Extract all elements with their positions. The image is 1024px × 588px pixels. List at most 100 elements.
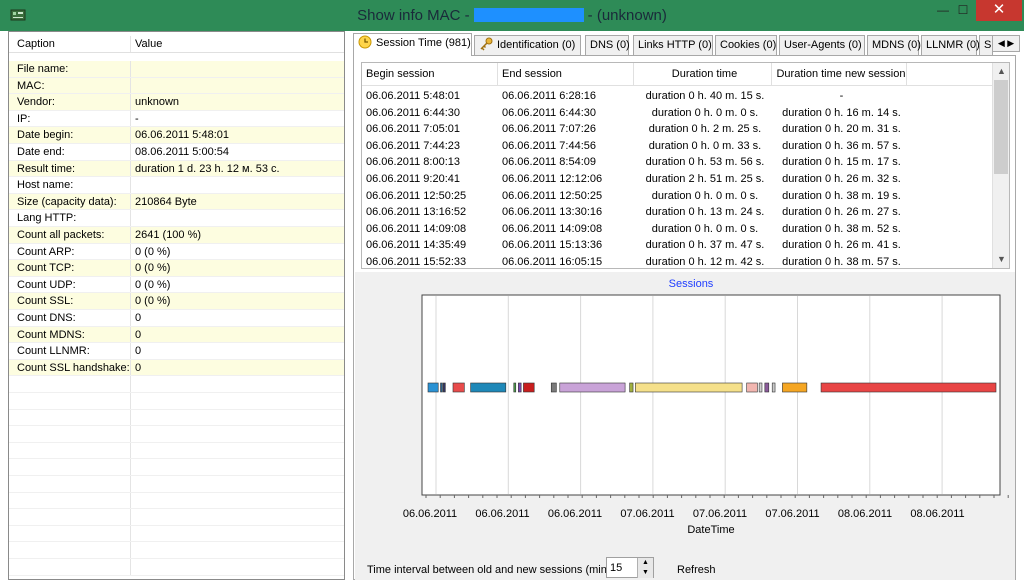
grid-row[interactable]: Host name: <box>9 177 344 194</box>
table-row[interactable]: 06.06.2011 14:09:08 06.06.2011 14:09:08 du… <box>362 221 994 238</box>
close-button[interactable]: ✕ <box>976 0 1022 21</box>
session-bar[interactable] <box>523 382 535 393</box>
table-cell: duration 0 h. 53 m. 56 s. <box>645 156 765 169</box>
grid-row[interactable]: Count SSL handshake: 0 <box>9 359 344 377</box>
grid-row[interactable]: Date begin: 06.06.2011 5:48:01 <box>9 127 344 144</box>
tab-user-agents[interactable]: User-Agents (0) <box>779 35 865 55</box>
session-bar[interactable] <box>635 382 743 393</box>
table-cell: 06.06.2011 12:50:25 <box>366 189 467 202</box>
grid-caption: Lang HTTP: <box>17 212 77 225</box>
grid-value: 0 (0 %) <box>130 260 344 276</box>
session-bar[interactable] <box>764 382 770 393</box>
column-duration-new-session[interactable]: Duration time new session <box>772 63 907 86</box>
grid-row[interactable]: Vendor: unknown <box>9 94 344 111</box>
table-cell: 06.06.2011 12:12:06 <box>502 173 603 185</box>
sessions-table[interactable]: Begin session End session Duration time … <box>361 62 1010 269</box>
table-cell: duration 0 h. 36 m. 57 s. <box>782 139 901 152</box>
grid-row[interactable]: Date end: 08.06.2011 5:00:54 <box>9 144 344 161</box>
table-cell: duration 0 h. 20 m. 31 s. <box>782 123 901 136</box>
grid-row[interactable]: Count LLNMR: 0 <box>9 343 344 360</box>
info-grid[interactable]: Caption Value File name: MAC: Vendor: unkno… <box>8 31 345 580</box>
clock-icon <box>358 35 372 49</box>
grid-row[interactable]: IP: - <box>9 110 344 128</box>
grid-row[interactable]: MAC: <box>9 77 344 95</box>
session-bar[interactable] <box>771 382 776 393</box>
tab-scroll-right-icon[interactable]: ▶ <box>1007 38 1014 48</box>
grid-header-value[interactable]: Value <box>130 36 344 52</box>
chart-title: Sessions <box>669 278 714 290</box>
tab-label: Session Time (981) <box>376 37 471 49</box>
tab-dns[interactable]: DNS (0) <box>585 35 630 55</box>
grid-row[interactable]: Count MDNS: 0 <box>9 326 344 344</box>
session-bar[interactable] <box>559 382 626 393</box>
maximize-button[interactable]: ☐ <box>950 0 976 21</box>
grid-row[interactable]: Count ARP: 0 (0 %) <box>9 243 344 261</box>
tab-scroll-buttons[interactable]: ◀ ▶ <box>992 35 1020 52</box>
grid-row[interactable]: Count DNS: 0 <box>9 310 344 327</box>
grid-row[interactable]: File name: <box>9 61 344 78</box>
table-row[interactable]: 06.06.2011 15:52:33 06.06.2011 16:05:15 du… <box>362 254 994 268</box>
table-row[interactable]: 06.06.2011 13:16:52 06.06.2011 13:30:16 du… <box>362 204 994 221</box>
grid-row[interactable]: Size (capacity data): 210864 Byte <box>9 193 344 211</box>
table-cell: duration 0 h. 38 m. 52 s. <box>782 222 901 235</box>
tab-cookies[interactable]: Cookies (0) <box>715 35 777 55</box>
grid-row[interactable]: Count TCP: 0 (0 %) <box>9 260 344 277</box>
table-row[interactable]: 06.06.2011 7:05:01 06.06.2011 7:07:26 dura… <box>362 121 994 138</box>
session-bar[interactable] <box>513 382 517 393</box>
table-vertical-scrollbar[interactable]: ▲ ▼ <box>992 63 1009 268</box>
session-bar[interactable] <box>820 382 997 393</box>
column-begin-session[interactable]: Begin session <box>362 63 498 86</box>
session-bar[interactable] <box>746 382 758 393</box>
spin-down-icon[interactable]: ▼ <box>637 568 653 578</box>
title-bar[interactable]: Show info MAC -- (unknown) — ☐ ✕ <box>0 0 1024 31</box>
table-row[interactable]: 06.06.2011 6:44:30 06.06.2011 6:44:30 dura… <box>362 105 994 122</box>
tab-links-http[interactable]: Links HTTP (0) <box>633 35 713 55</box>
grid-row[interactable]: Count SSL: 0 (0 %) <box>9 293 344 310</box>
grid-caption: Count TCP: <box>9 260 130 276</box>
table-row[interactable]: 06.06.2011 14:35:49 06.06.2011 15:13:36 du… <box>362 237 994 254</box>
table-row[interactable]: 06.06.2011 12:50:25 06.06.2011 12:50:25 du… <box>362 188 994 205</box>
grid-empty-row <box>9 426 344 443</box>
session-bar[interactable] <box>518 382 522 393</box>
refresh-button[interactable]: Refresh <box>677 564 716 576</box>
sessions-chart-svg: Sessions 06.06.2011 06.06.2011 06.06.2011 0… <box>403 278 1009 536</box>
column-end-session[interactable]: End session <box>498 63 634 86</box>
grid-empty-row <box>9 476 344 493</box>
session-bar[interactable] <box>758 382 763 393</box>
chart-x-tick-label: 08.06.2011 <box>910 508 964 520</box>
table-row[interactable]: 06.06.2011 8:00:13 06.06.2011 8:54:09 dura… <box>362 154 994 171</box>
session-bar[interactable] <box>629 382 634 393</box>
table-cell: duration 0 h. 12 m. 42 s. <box>645 256 765 268</box>
grid-empty-row <box>9 393 344 410</box>
grid-header-caption[interactable]: Caption <box>9 36 130 52</box>
scroll-up-icon[interactable]: ▲ <box>993 63 1009 80</box>
tab-llnmr[interactable]: LLNMR (0) <box>921 35 980 55</box>
session-bar[interactable] <box>452 382 465 393</box>
session-bar[interactable] <box>443 382 446 393</box>
session-bar[interactable] <box>440 382 443 393</box>
grid-row[interactable]: Count all packets: 2641 (100 %) <box>9 227 344 244</box>
tab-mdns[interactable]: MDNS (0) <box>867 35 921 55</box>
tab-session-time[interactable]: Session Time (981) <box>353 33 472 56</box>
session-bar[interactable] <box>550 382 557 393</box>
spin-up-icon[interactable]: ▲ <box>637 558 653 568</box>
session-bar[interactable] <box>427 382 439 393</box>
tab-identification[interactable]: Identification (0) <box>474 35 581 55</box>
interval-input[interactable] <box>607 558 635 577</box>
grid-row[interactable]: Result time: duration 1 d. 23 h. 12 м. 5… <box>9 160 344 178</box>
grid-row[interactable]: Lang HTTP: <box>9 210 344 227</box>
interval-spinner[interactable]: ▲ ▼ <box>606 557 654 578</box>
session-bar[interactable] <box>782 382 808 393</box>
table-row[interactable]: 06.06.2011 9:20:41 06.06.2011 12:12:06 dur… <box>362 171 994 188</box>
tab-scroll-left-icon[interactable]: ◀ <box>998 38 1005 48</box>
column-duration-time[interactable]: Duration time <box>634 63 772 86</box>
table-row[interactable]: 06.06.2011 7:44:23 06.06.2011 7:44:56 dura… <box>362 138 994 155</box>
window-title-prefix: Show info MAC - <box>357 7 470 24</box>
scroll-down-icon[interactable]: ▼ <box>993 251 1009 268</box>
tab-more[interactable]: S <box>979 35 993 55</box>
table-cell: duration 0 h. 38 m. 57 s. <box>782 256 901 268</box>
table-row[interactable]: 06.06.2011 5:48:01 06.06.2011 6:28:16 dura… <box>362 88 994 105</box>
scroll-thumb[interactable] <box>994 80 1008 174</box>
grid-row[interactable]: Count UDP: 0 (0 %) <box>9 276 344 294</box>
session-bar[interactable] <box>470 382 507 393</box>
